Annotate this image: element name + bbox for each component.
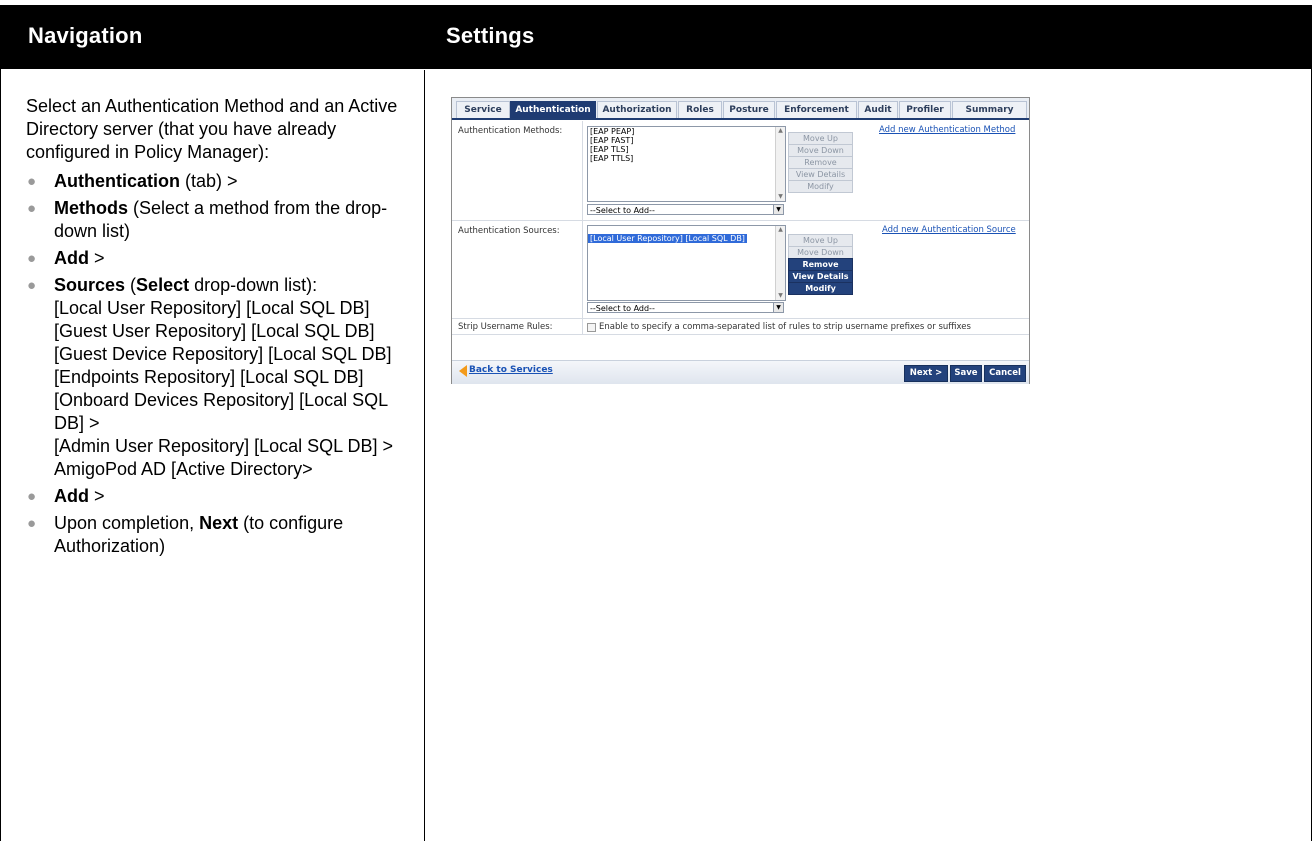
bullet-icon: ● (27, 173, 37, 190)
tab-authentication[interactable]: Authentication (510, 101, 596, 118)
header-navigation: Navigation (28, 23, 143, 48)
bullet-icon: ● (27, 250, 37, 267)
nav-item-next: ● Upon completion, Next (to configure Au… (26, 512, 406, 558)
next-button[interactable]: Next > (904, 365, 948, 382)
row-divider (582, 221, 583, 318)
strip-rules-row: Strip Username Rules: Enable to specify … (452, 319, 1029, 335)
cancel-button[interactable]: Cancel (984, 365, 1026, 382)
nav-item-text: Upon completion, (54, 513, 200, 533)
nav-item-text: > (89, 486, 105, 506)
bullet-icon: ● (27, 515, 37, 532)
sources-label: Authentication Sources: (458, 226, 560, 236)
tab-service[interactable]: Service (456, 101, 510, 118)
select-value: --Select to Add-- (590, 206, 655, 215)
methods-listbox[interactable]: [EAP PEAP] [EAP FAST] [EAP TLS] [EAP TTL… (587, 126, 786, 202)
table-column-divider (424, 70, 425, 841)
bullet-icon: ● (27, 488, 37, 505)
modify-button[interactable]: Modify (788, 180, 853, 193)
nav-item-add-2: ● Add > (26, 485, 406, 508)
nav-item-add: ● Add > (26, 247, 406, 270)
nav-item-bold: Add (54, 486, 89, 506)
nav-item-text: (tab) > (180, 171, 238, 191)
add-method-link[interactable]: Add new Authentication Method (879, 125, 1015, 135)
nav-item-bold: Next (199, 513, 239, 533)
service-tab-bar: Service Authentication Authorization Rol… (452, 98, 1029, 120)
row-divider (582, 121, 583, 220)
nav-item-sources: ● Sources (Select drop-down list): [Loca… (26, 274, 406, 481)
navigation-column: Select an Authentication Method and an A… (26, 95, 406, 562)
source-option: [Admin User Repository] [Local SQL DB] > (54, 436, 393, 456)
modify-button[interactable]: Modify (788, 282, 853, 295)
nav-item-bold: Authentication (54, 171, 180, 191)
methods-select[interactable]: --Select to Add-- ▼ (587, 204, 784, 215)
strip-rules-checkbox[interactable] (587, 323, 596, 332)
nav-item-bold: Methods (54, 198, 128, 218)
source-option: [Local User Repository] [Local SQL DB] (54, 298, 370, 318)
sources-select[interactable]: --Select to Add-- ▼ (587, 302, 784, 313)
table-header: Navigation Settings (1, 5, 1311, 69)
bullet-icon: ● (27, 277, 37, 294)
table-border-left (0, 5, 1, 841)
list-item-selected[interactable]: [Local User Repository] [Local SQL DB] (588, 234, 747, 243)
save-button[interactable]: Save (950, 365, 982, 382)
methods-label: Authentication Methods: (458, 126, 563, 136)
source-option: AmigoPod AD [Active Directory> (54, 459, 313, 479)
source-option: [Endpoints Repository] [Local SQL DB] (54, 367, 364, 387)
scroll-down-icon[interactable]: ▼ (777, 194, 784, 200)
header-settings: Settings (446, 23, 535, 48)
list-item[interactable]: [EAP TLS] (588, 145, 785, 154)
chevron-down-icon[interactable]: ▼ (773, 303, 783, 312)
nav-item-bold: Add (54, 248, 89, 268)
sources-listbox[interactable]: [Local User Repository] [Local SQL DB] ▲… (587, 225, 786, 301)
policy-manager-screenshot: Service Authentication Authorization Rol… (451, 97, 1030, 384)
document-page: Navigation Settings Select an Authentica… (0, 0, 1314, 841)
methods-row: Authentication Methods: [EAP PEAP] [EAP … (452, 121, 1029, 221)
back-arrow-icon[interactable] (459, 365, 467, 377)
scroll-up-icon[interactable]: ▲ (777, 128, 784, 134)
listbox-scrollbar[interactable]: ▲ ▼ (775, 226, 785, 300)
scroll-up-icon[interactable]: ▲ (777, 227, 784, 233)
scroll-down-icon[interactable]: ▼ (777, 293, 784, 299)
screenshot-footer: Back to Services Next > Save Cancel (452, 360, 1029, 384)
tab-authorization[interactable]: Authorization (597, 101, 677, 118)
list-item[interactable]: [EAP FAST] (588, 136, 785, 145)
chevron-down-icon[interactable]: ▼ (773, 205, 783, 214)
nav-item-bold: Sources (54, 275, 126, 295)
nav-item-bold-select: Select (136, 275, 190, 295)
add-source-link[interactable]: Add new Authentication Source (882, 225, 1016, 235)
back-to-services-link[interactable]: Back to Services (469, 365, 553, 375)
tab-posture[interactable]: Posture (723, 101, 775, 118)
nav-item-methods: ● Methods (Select a method from the drop… (26, 197, 406, 243)
nav-item-authentication: ● Authentication (tab) > (26, 170, 406, 193)
nav-list: ● Authentication (tab) > ● Methods (Sele… (26, 170, 406, 558)
tab-audit[interactable]: Audit (858, 101, 898, 118)
tab-summary[interactable]: Summary (952, 101, 1027, 118)
source-option: [Guest User Repository] [Local SQL DB] (54, 321, 375, 341)
listbox-scrollbar[interactable]: ▲ ▼ (775, 127, 785, 201)
row-divider (582, 319, 583, 334)
tab-profiler[interactable]: Profiler (899, 101, 951, 118)
source-option: [Onboard Devices Repository] [Local SQL … (54, 390, 388, 433)
strip-rules-label: Strip Username Rules: (458, 322, 553, 332)
list-item[interactable]: [EAP PEAP] (588, 127, 785, 136)
sources-row: Authentication Sources: [Local User Repo… (452, 221, 1029, 319)
source-option: [Guest Device Repository] [Local SQL DB] (54, 344, 392, 364)
strip-rules-text: Enable to specify a comma-separated list… (599, 322, 971, 332)
bullet-icon: ● (27, 200, 37, 217)
tab-roles[interactable]: Roles (678, 101, 722, 118)
select-value: --Select to Add-- (590, 304, 655, 313)
list-item[interactable]: [EAP TTLS] (588, 154, 785, 163)
table-border-right (1311, 5, 1312, 841)
tab-enforcement[interactable]: Enforcement (776, 101, 857, 118)
nav-intro: Select an Authentication Method and an A… (26, 96, 398, 162)
nav-item-text: ( (125, 275, 137, 295)
nav-item-text: > (89, 248, 105, 268)
nav-item-text: drop-down list): (189, 275, 318, 295)
